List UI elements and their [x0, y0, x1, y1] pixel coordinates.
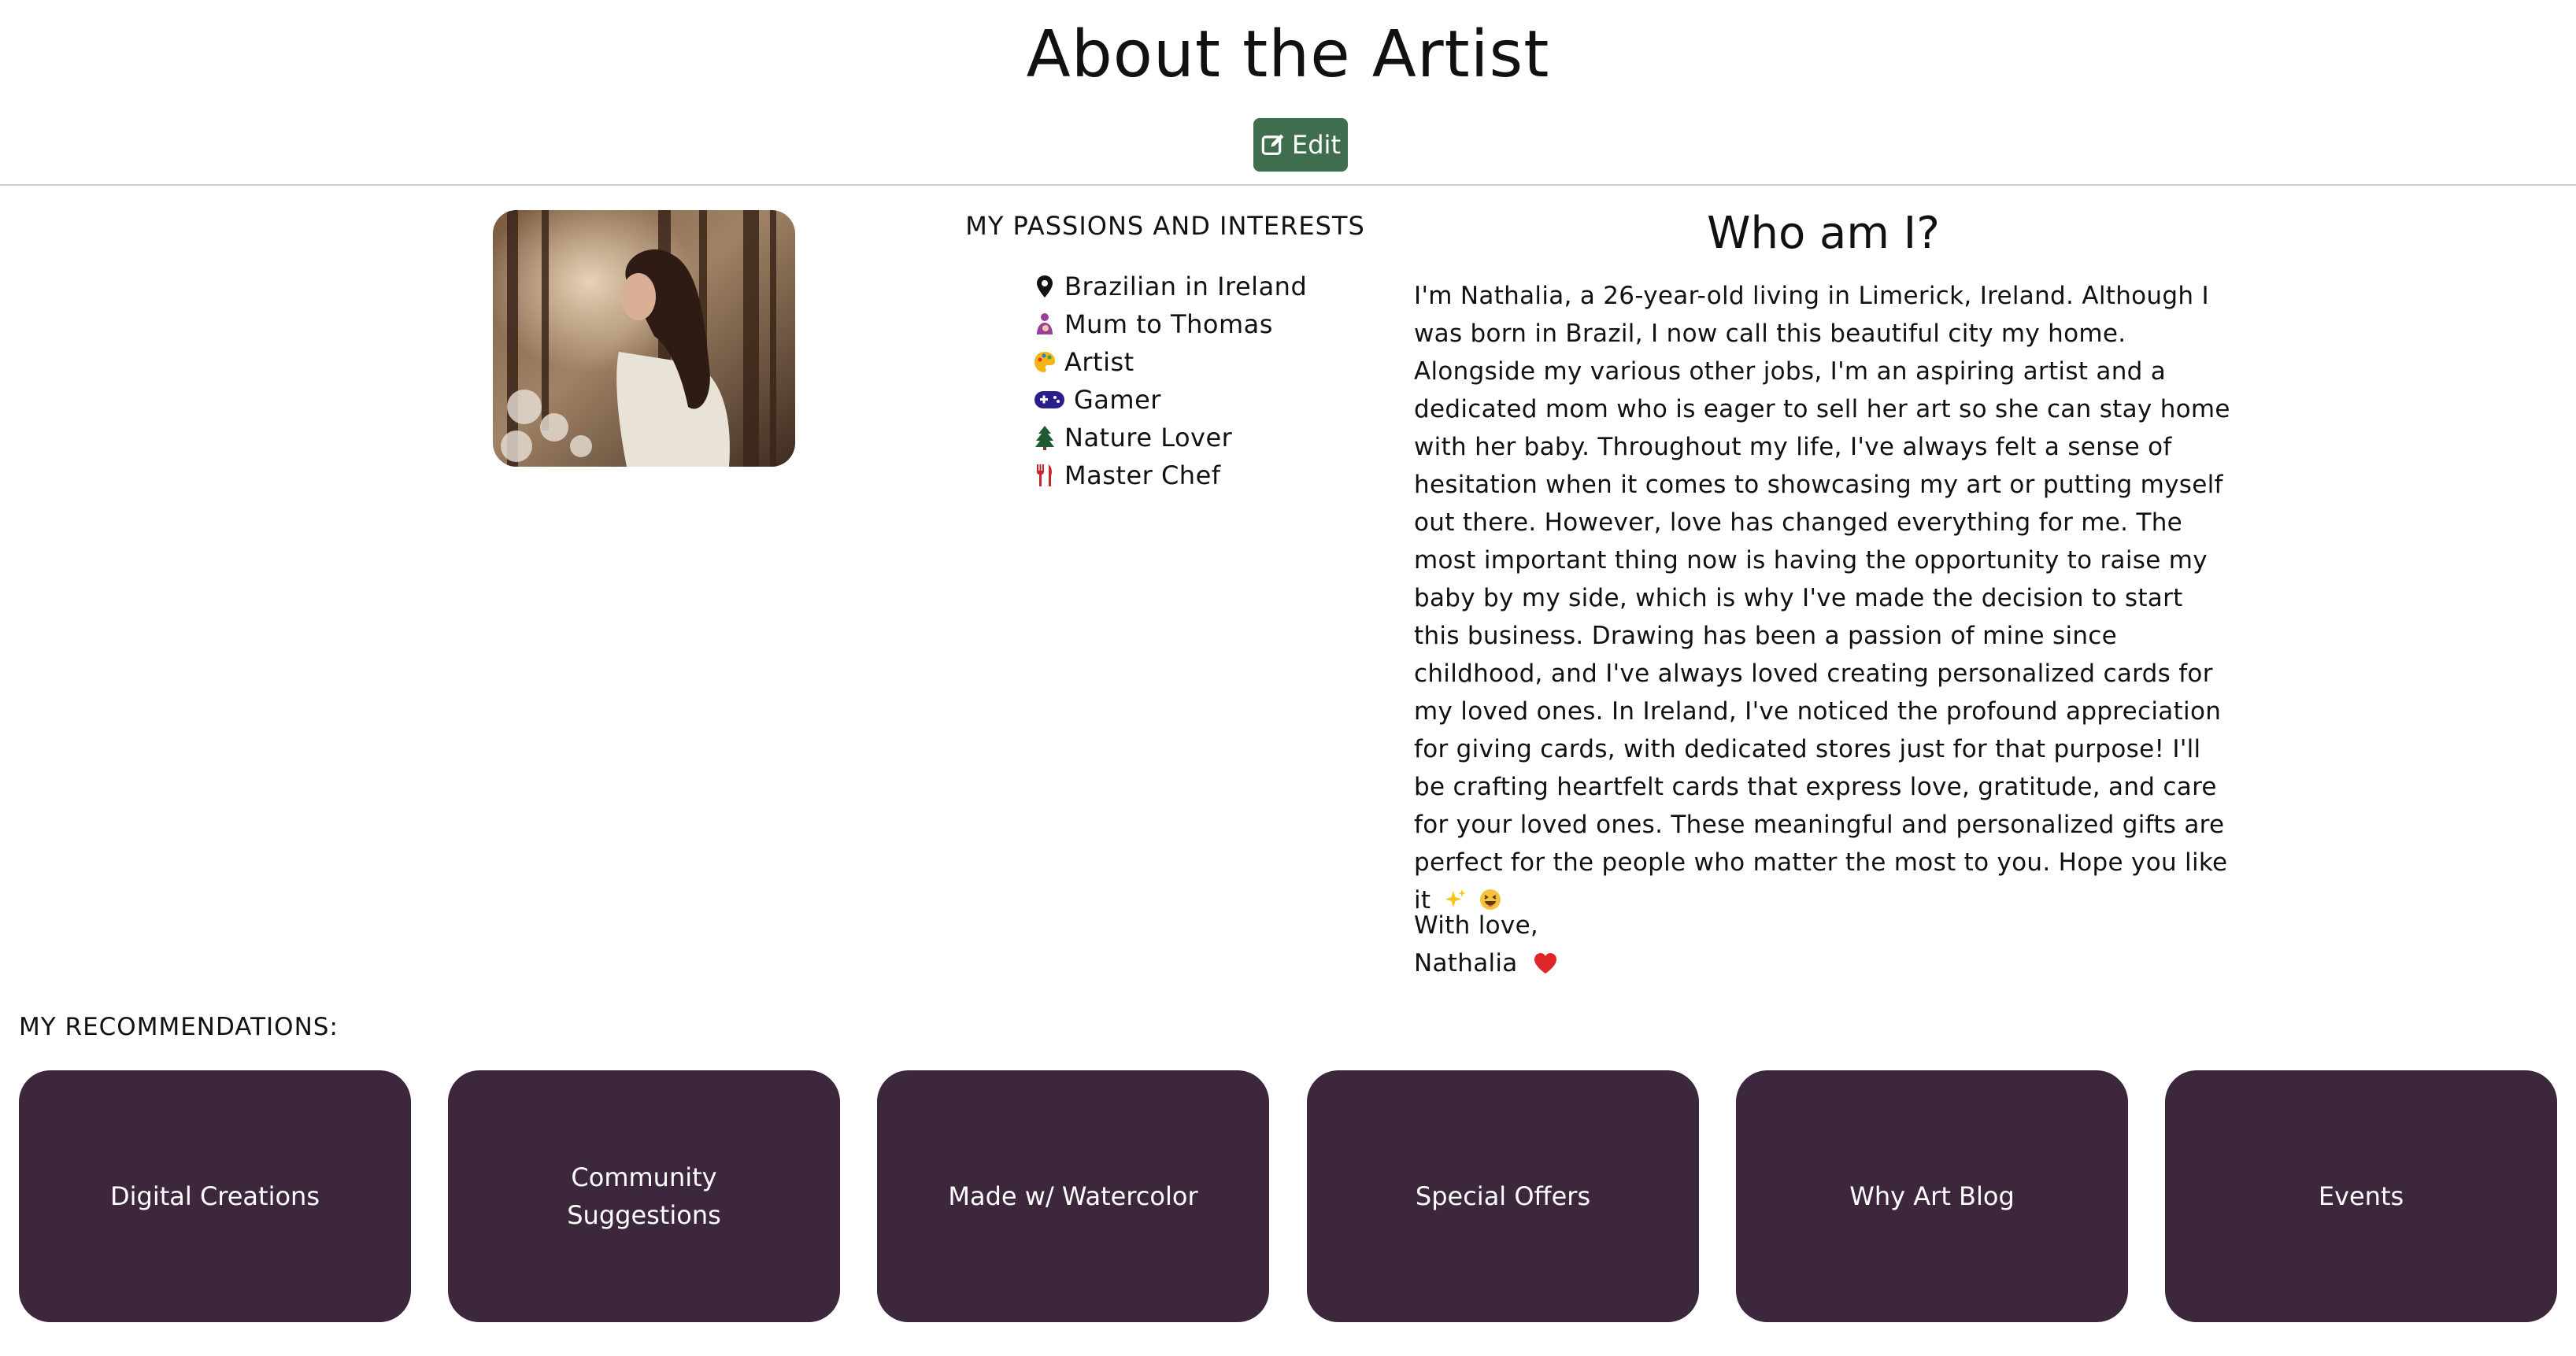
rec-card-digital-creations[interactable]: Digital Creations: [19, 1070, 411, 1322]
about-heading: Who am I?: [1707, 208, 1940, 259]
header: About the Artist Edit: [0, 0, 2576, 186]
passions-list: Brazilian in Ireland Mum to Thomas Artis…: [1033, 268, 1307, 494]
bio-body: I'm Nathalia, a 26-year-old living in Li…: [1414, 282, 2230, 914]
passion-label: Artist: [1064, 347, 1134, 377]
artist-photo: [493, 210, 795, 467]
gamepad-icon: [1033, 387, 1066, 412]
passion-label: Nature Lover: [1064, 423, 1233, 453]
edit-button[interactable]: Edit: [1253, 118, 1348, 172]
rec-card-label: Why Art Blog: [1849, 1181, 2015, 1211]
rec-card-label: Special Offers: [1415, 1181, 1591, 1211]
rec-card-why-art-blog[interactable]: Why Art Blog: [1736, 1070, 2128, 1322]
list-item: Mum to Thomas: [1033, 305, 1307, 343]
signoff: With love, Nathalia: [1414, 907, 2233, 985]
passions-heading: MY PASSIONS AND INTERESTS: [965, 211, 1365, 241]
rec-card-label: Events: [2318, 1181, 2404, 1211]
list-item: Brazilian in Ireland: [1033, 268, 1307, 305]
fork-knife-icon: [1033, 463, 1057, 488]
recommendations-heading: MY RECOMMENDATIONS:: [19, 1013, 339, 1041]
list-item: Master Chef: [1033, 456, 1307, 494]
rec-card-label: Community Suggestions: [567, 1162, 721, 1230]
passion-label: Master Chef: [1064, 460, 1221, 490]
red-heart-icon: [1534, 948, 1557, 985]
list-item: Nature Lover: [1033, 419, 1307, 456]
signoff-line: With love,: [1414, 911, 1539, 940]
rec-card-events[interactable]: Events: [2165, 1070, 2557, 1322]
signoff-name: Nathalia: [1414, 949, 1518, 977]
rec-card-made-with-watercolor[interactable]: Made w/ Watercolor: [877, 1070, 1269, 1322]
signoff-name-row: Nathalia: [1414, 944, 2233, 985]
page-title: About the Artist: [1026, 17, 1550, 92]
palette-icon: [1033, 349, 1057, 375]
passion-label: Gamer: [1074, 385, 1161, 415]
map-pin-icon: [1033, 274, 1057, 299]
evergreen-tree-icon: [1033, 425, 1057, 450]
recommendations-row: Digital Creations Community Suggestions …: [0, 1070, 2576, 1322]
bio-text: I'm Nathalia, a 26-year-old living in Li…: [1414, 277, 2233, 922]
passion-label: Brazilian in Ireland: [1064, 272, 1308, 301]
passion-label: Mum to Thomas: [1064, 309, 1273, 339]
edit-icon: [1261, 134, 1284, 155]
list-item: Artist: [1033, 343, 1307, 381]
rec-card-label: Digital Creations: [109, 1181, 320, 1211]
list-item: Gamer: [1033, 381, 1307, 419]
edit-label: Edit: [1292, 130, 1341, 160]
header-divider: [0, 184, 2576, 186]
rec-card-community-suggestions[interactable]: Community Suggestions: [448, 1070, 840, 1322]
rec-card-special-offers[interactable]: Special Offers: [1307, 1070, 1699, 1322]
rec-card-label: Made w/ Watercolor: [948, 1181, 1198, 1211]
breastfeeding-icon: [1033, 312, 1057, 337]
